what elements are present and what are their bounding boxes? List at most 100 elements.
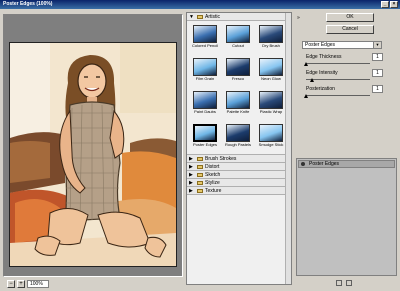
settings-panel: OK Cancel » Poster Edges ▼ Edge Thicknes… [296,12,397,286]
folder-icon [197,164,203,169]
filter-thumb[interactable]: Palette Knife [222,89,254,121]
filter-select[interactable]: Poster Edges ▼ [302,41,382,49]
param-slider-track[interactable] [306,79,370,80]
filter-thumb-image [193,58,217,76]
category-label: Stylize [205,180,220,186]
filter-thumb-image [193,124,217,142]
chevron-right-icon: ▶ [189,172,193,178]
filter-thumb-label: Fresco [231,76,245,81]
new-layer-icon[interactable] [336,280,342,286]
filter-thumb-label: Paint Daubs [194,109,216,114]
folder-icon [197,172,203,177]
filter-thumb-image [226,124,250,142]
poster-edges-photo [10,43,176,266]
param-value-input[interactable]: 1 [372,53,383,61]
category-row[interactable]: ▶ Distort [187,163,291,171]
param-row: Edge Intensity 1 [306,69,386,86]
filter-thumb-label: Colored Pencil [191,43,218,48]
filter-thumb-image [193,25,217,43]
chevron-down-icon: ▼ [189,14,194,20]
filter-thumb-image [259,58,283,76]
trash-icon[interactable] [346,280,352,286]
filter-thumb-label: Film Grain [195,76,215,81]
category-label: Sketch [205,172,221,178]
filter-thumb[interactable]: Fresco [222,56,254,88]
window-title: Poster Edges (100%) [3,1,53,7]
category-row[interactable]: ▶ Sketch [187,171,291,179]
filter-thumb[interactable]: Neon Glow [255,56,287,88]
filter-thumb-image [259,91,283,109]
param-slider-track[interactable] [306,63,370,64]
effect-layer-row[interactable]: Poster Edges [298,160,395,168]
filter-thumb[interactable]: Dry Brush [255,23,287,55]
filter-thumb[interactable]: Film Grain [189,56,221,88]
filter-thumb[interactable]: Plastic Wrap [255,89,287,121]
zoom-level-select[interactable]: 100% [27,280,49,288]
effect-layers-panel: Poster Edges [296,158,397,276]
filter-thumb-image [259,124,283,142]
filter-select-value: Poster Edges [305,42,336,48]
zoom-out-button[interactable]: − [7,280,15,288]
chevron-down-icon: ▼ [373,42,381,48]
zoom-controls: − + 100% [3,279,183,289]
filter-thumb-label: Rough Pastels [224,142,251,147]
filter-thumb-image [226,91,250,109]
folder-icon [197,180,203,185]
filter-thumb-image [226,25,250,43]
param-value-input[interactable]: 1 [372,85,383,93]
collapse-icon[interactable]: » [297,15,300,21]
filter-thumb-label: Dry Brush [262,43,280,48]
cancel-button[interactable]: Cancel [326,25,374,34]
zoom-in-button[interactable]: + [17,280,25,288]
filter-thumb-label: Palette Knife [226,109,250,114]
filter-thumb[interactable]: Cutout [222,23,254,55]
filter-thumb-image [226,58,250,76]
category-row[interactable]: ▶ Brush Strokes [187,155,291,163]
filter-thumb-label: Poster Edges [192,142,217,147]
close-button[interactable]: × [390,1,398,8]
param-slider-knob[interactable] [304,94,308,98]
param-slider-track[interactable] [306,95,370,96]
folder-icon [197,14,203,19]
ok-button[interactable]: OK [326,13,374,22]
filter-thumb-label: Plastic Wrap [259,109,283,114]
minimize-button[interactable]: _ [381,1,389,8]
filter-thumb[interactable]: Colored Pencil [189,23,221,55]
folder-icon [197,156,203,161]
filter-gallery: ▼ Artistic Colored Pencil Cutout Dry Brush F… [186,12,292,285]
eye-icon[interactable] [301,162,305,166]
filter-thumb-label: Neon Glow [261,76,281,81]
filter-thumbnails: Colored Pencil Cutout Dry Brush Film Grain F… [187,21,291,180]
folder-icon [197,188,203,193]
param-row: Posterization 1 [304,85,386,102]
chevron-right-icon: ▶ [189,164,193,170]
filter-thumb-label: Cutout [232,43,244,48]
filter-thumb[interactable]: Paint Daubs [189,89,221,121]
preview-pane[interactable] [3,14,183,277]
filter-thumb-image [259,25,283,43]
filter-thumb-label: Smudge Stick [258,142,284,147]
chevron-right-icon: ▶ [189,180,193,186]
preview-image [9,42,177,267]
category-artistic[interactable]: ▼ Artistic [187,13,291,21]
gallery-scrollbar[interactable] [285,13,291,284]
category-label: Texture [205,188,222,194]
param-row: Edge Thickness 1 [304,53,386,70]
param-label: Edge Thickness [306,54,342,60]
filter-thumb[interactable]: Rough Pastels [222,122,254,154]
chevron-right-icon: ▶ [189,188,193,194]
effect-layer-label: Poster Edges [309,161,340,167]
category-label: Distort [205,164,220,170]
param-slider-knob[interactable] [304,62,308,66]
title-bar: Poster Edges (100%) _ × [0,0,400,9]
category-row[interactable]: ▶ Texture [187,187,291,195]
param-slider-knob[interactable] [310,78,315,82]
filter-thumb[interactable]: Smudge Stick [255,122,287,154]
filter-thumb-image [193,91,217,109]
chevron-right-icon: ▶ [189,156,193,162]
category-label: Artistic [205,14,220,20]
param-value-input[interactable]: 1 [372,69,383,77]
param-label: Edge Intensity [306,70,338,76]
category-row[interactable]: ▶ Stylize [187,179,291,187]
filter-thumb[interactable]: Poster Edges [189,122,221,154]
